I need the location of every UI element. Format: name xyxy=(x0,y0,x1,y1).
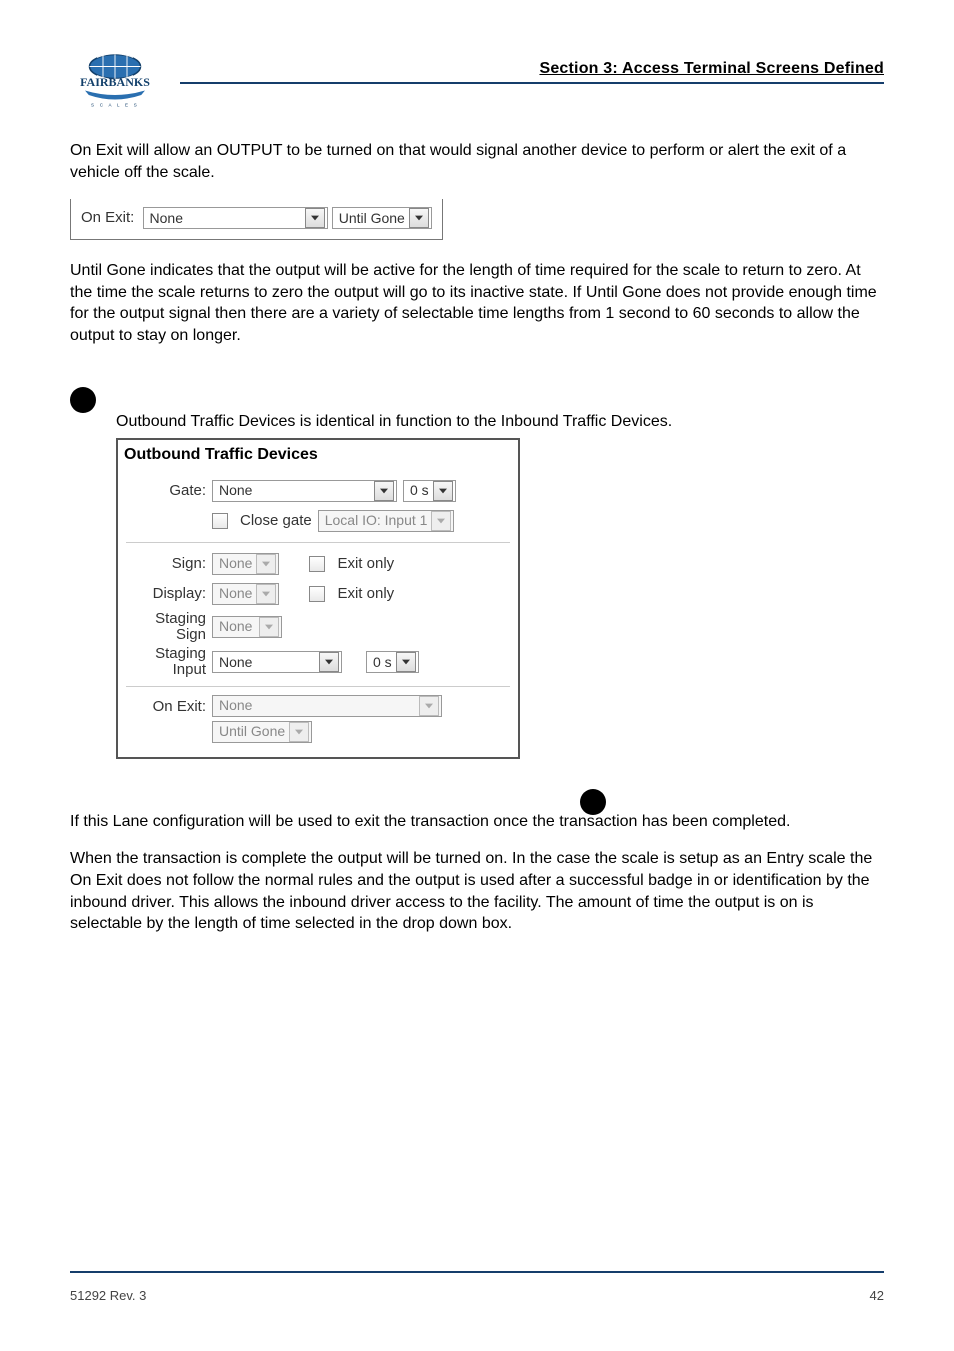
display-label: Display: xyxy=(126,586,212,602)
close-gate-label: Close gate xyxy=(240,511,312,531)
outbound-intro-text: Outbound Traffic Devices is identical in… xyxy=(116,411,884,433)
close-gate-checkbox[interactable] xyxy=(212,513,228,529)
on-exit-strip-figure: On Exit: None Until Gone xyxy=(70,199,884,240)
on-exit-select[interactable]: None xyxy=(143,207,328,229)
chevron-down-icon xyxy=(259,617,279,637)
chevron-down-icon xyxy=(289,722,309,742)
on-exit-duration-select[interactable]: Until Gone xyxy=(332,207,432,229)
staging-input-row: Staging Input None 0 s xyxy=(126,646,510,678)
display-select[interactable]: None xyxy=(212,583,279,605)
gate-row: Gate: None 0 s xyxy=(126,478,510,504)
bullet-icon xyxy=(580,789,606,815)
fairbanks-logo: FAIRBANKS S C A L E S xyxy=(70,50,160,110)
display-exit-only-label: Exit only xyxy=(337,584,394,604)
staging-sign-select[interactable]: None xyxy=(212,616,282,638)
chevron-down-icon xyxy=(256,554,276,574)
display-exit-only-checkbox[interactable] xyxy=(309,586,325,602)
sign-select[interactable]: None xyxy=(212,553,279,575)
on-exit-label: On Exit: xyxy=(81,209,134,226)
on-exit-output-select[interactable]: None xyxy=(212,695,442,717)
section-title: Section 3: Access Terminal Screens Defin… xyxy=(539,60,884,78)
chevron-down-icon xyxy=(256,584,276,604)
staging-input-time-select[interactable]: 0 s xyxy=(366,651,419,673)
on-exit-row: On Exit: None Until Gone xyxy=(126,686,510,743)
on-exit-duration-select-panel[interactable]: Until Gone xyxy=(212,721,312,743)
close-gate-row: Close gate Local IO: Input 1 xyxy=(126,508,510,534)
sign-row: Sign: None Exit only xyxy=(126,542,510,577)
close-gate-input-select[interactable]: Local IO: Input 1 xyxy=(318,510,455,532)
svg-text:S C A L E S: S C A L E S xyxy=(91,102,139,107)
svg-text:FAIRBANKS: FAIRBANKS xyxy=(80,75,150,89)
outbound-bullet-row: Outbound Traffic Devices is identical in… xyxy=(70,387,884,433)
sign-exit-only-label: Exit only xyxy=(337,554,394,574)
trailer-bullet-row xyxy=(580,789,884,815)
page-footer: 51292 Rev. 3 42 xyxy=(70,1288,884,1303)
staging-input-select[interactable]: None xyxy=(212,651,342,673)
page-body: On Exit will allow an OUTPUT to be turne… xyxy=(70,140,884,935)
on-exit-strip: On Exit: None Until Gone xyxy=(70,199,443,240)
staging-sign-row: Staging Sign None xyxy=(126,611,510,643)
trailer-para-text: When the transaction is complete the out… xyxy=(70,848,884,934)
sign-exit-only-checkbox[interactable] xyxy=(309,556,325,572)
chevron-down-icon xyxy=(305,208,325,228)
sign-label: Sign: xyxy=(126,556,212,572)
staging-input-label: Staging Input xyxy=(126,646,212,678)
chevron-down-icon xyxy=(419,696,439,716)
outbound-traffic-devices-panel: Outbound Traffic Devices Gate: None 0 s xyxy=(116,438,520,759)
gate-label: Gate: xyxy=(126,483,212,499)
page-header: FAIRBANKS S C A L E S Section 3: Access … xyxy=(70,40,884,120)
chevron-down-icon xyxy=(431,511,451,531)
header-rule xyxy=(180,82,884,84)
footer-page-number: 42 xyxy=(870,1288,884,1303)
chevron-down-icon xyxy=(409,208,429,228)
on-exit-panel-label: On Exit: xyxy=(126,695,212,715)
page: FAIRBANKS S C A L E S Section 3: Access … xyxy=(0,0,954,1351)
chevron-down-icon xyxy=(319,652,339,672)
gate-select[interactable]: None xyxy=(212,480,397,502)
gate-time-select[interactable]: 0 s xyxy=(403,480,456,502)
panel-title: Outbound Traffic Devices xyxy=(118,440,518,468)
until-gone-text: Until Gone indicates that the output wil… xyxy=(70,260,884,346)
chevron-down-icon xyxy=(433,481,453,501)
footer-left: 51292 Rev. 3 xyxy=(70,1288,146,1303)
on-exit-explain-text: On Exit will allow an OUTPUT to be turne… xyxy=(70,140,884,183)
chevron-down-icon xyxy=(374,481,394,501)
bullet-icon xyxy=(70,387,96,413)
chevron-down-icon xyxy=(396,652,416,672)
display-row: Display: None Exit only xyxy=(126,581,510,607)
footer-rule xyxy=(70,1271,884,1273)
staging-sign-label: Staging Sign xyxy=(126,611,212,643)
